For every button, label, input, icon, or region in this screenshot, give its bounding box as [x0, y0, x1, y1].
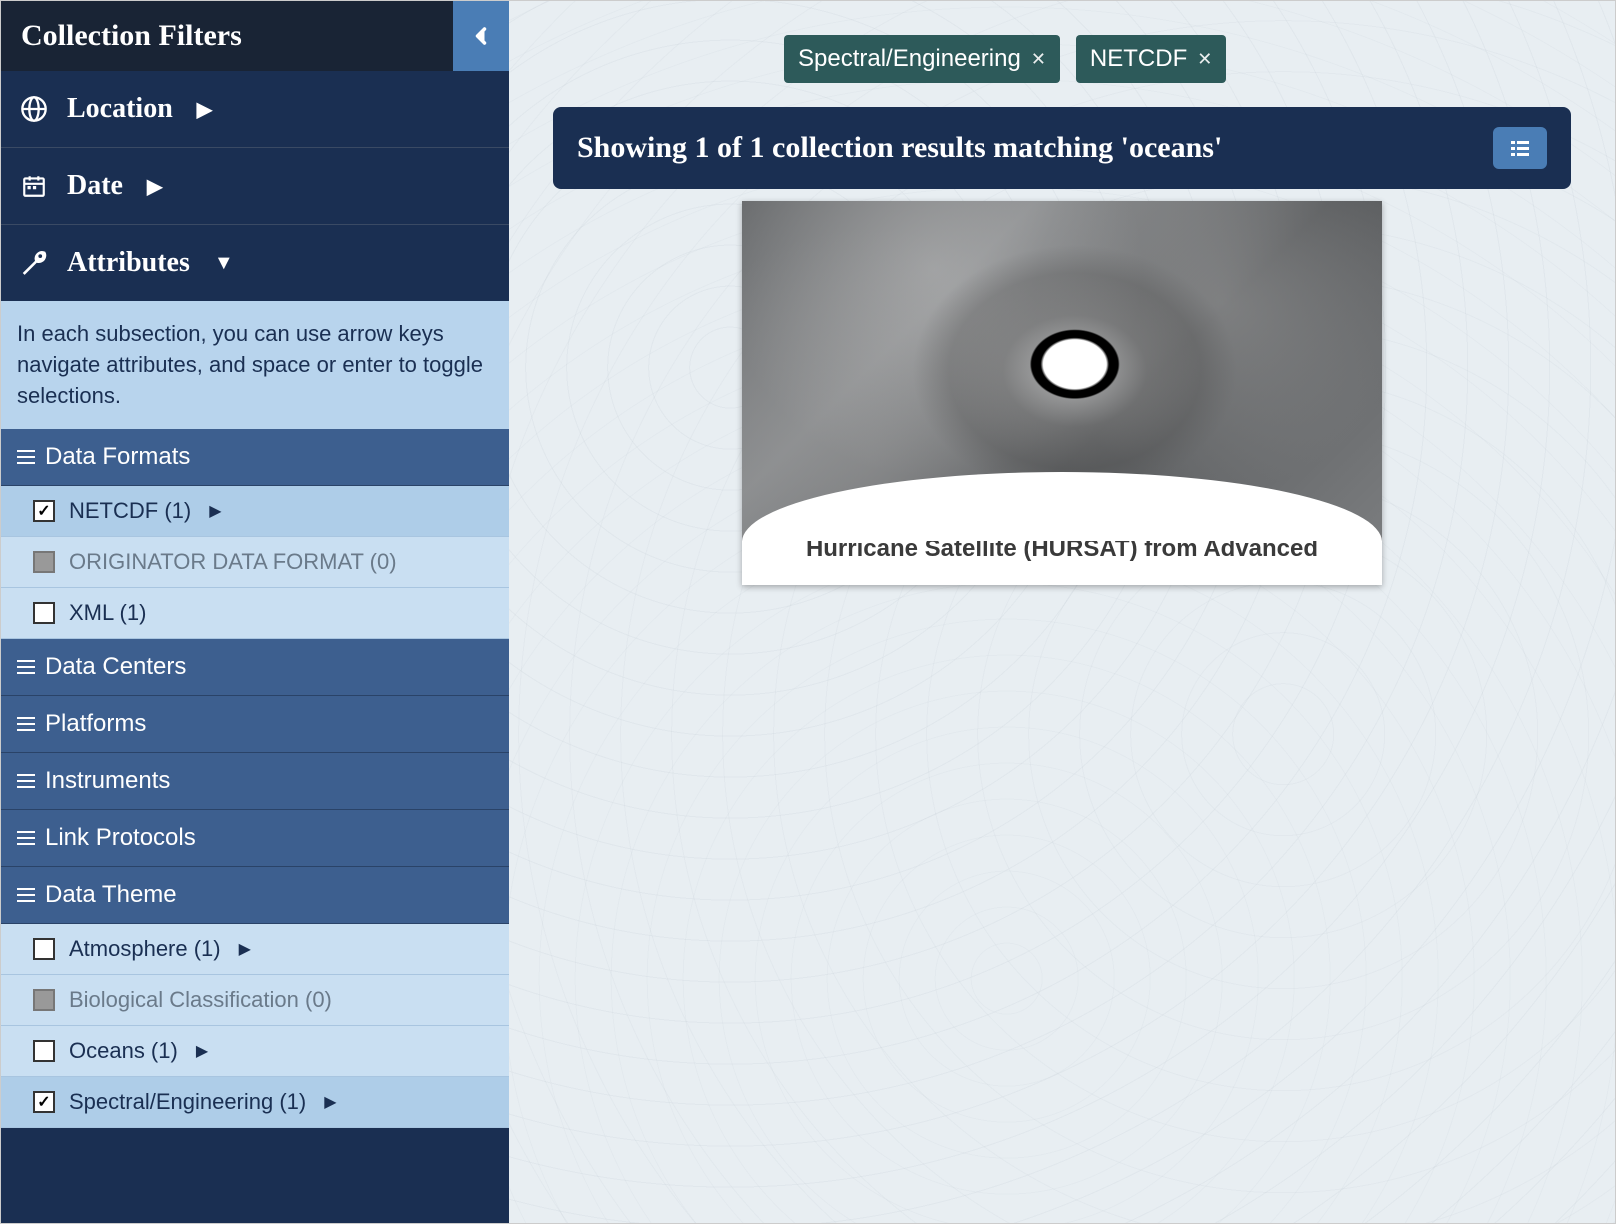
- list-icon: [17, 774, 35, 788]
- section-data-formats[interactable]: Data Formats: [1, 429, 509, 486]
- filter-label: Oceans (1): [69, 1038, 178, 1064]
- chevron-right-icon: ▶: [147, 174, 162, 199]
- chevron-down-icon: ▼: [214, 252, 234, 275]
- chevron-right-icon: ▶: [197, 97, 212, 122]
- section-platforms[interactable]: Platforms: [1, 696, 509, 753]
- results-count-text: Showing 1 of 1 collection results matchi…: [577, 131, 1222, 165]
- section-data-centers[interactable]: Data Centers: [1, 639, 509, 696]
- chip-spectral-engineering[interactable]: Spectral/Engineering ✕: [784, 35, 1060, 83]
- filter-netcdf[interactable]: NETCDF (1) ▶: [1, 486, 509, 537]
- filter-oceans[interactable]: Oceans (1) ▶: [1, 1026, 509, 1077]
- list-icon: [17, 660, 35, 674]
- section-label: Instruments: [45, 767, 170, 795]
- app-root: Collection Filters Location ▶ Date ▶ Att…: [0, 0, 1616, 1224]
- section-label: Platforms: [45, 710, 146, 738]
- section-label: Data Centers: [45, 653, 186, 681]
- arrow-left-icon: [467, 22, 495, 50]
- filter-label: ORIGINATOR DATA FORMAT (0): [69, 549, 397, 575]
- result-card[interactable]: Hurricane Satellite (HURSAT) from Advanc…: [742, 201, 1382, 585]
- wrench-icon: [19, 248, 49, 278]
- main-content: Spectral/Engineering ✕ NETCDF ✕ Showing …: [509, 1, 1615, 1223]
- list-view-icon: [1508, 136, 1532, 160]
- nav-date[interactable]: Date ▶: [1, 148, 509, 225]
- nav-attributes-label: Attributes: [67, 247, 190, 279]
- active-filter-chips: Spectral/Engineering ✕ NETCDF ✕: [539, 35, 1585, 83]
- list-icon: [17, 831, 35, 845]
- sidebar-header: Collection Filters: [1, 1, 509, 71]
- section-label: Data Theme: [45, 881, 177, 909]
- filter-xml[interactable]: XML (1): [1, 588, 509, 639]
- sidebar-title: Collection Filters: [1, 1, 453, 71]
- results-grid: Hurricane Satellite (HURSAT) from Advanc…: [539, 201, 1585, 585]
- section-label: Link Protocols: [45, 824, 196, 852]
- collapse-sidebar-button[interactable]: [453, 1, 509, 71]
- chip-netcdf[interactable]: NETCDF ✕: [1076, 35, 1226, 83]
- filter-label: Atmosphere (1): [69, 936, 221, 962]
- filter-originator[interactable]: ORIGINATOR DATA FORMAT (0): [1, 537, 509, 588]
- filter-spectral-eng[interactable]: Spectral/Engineering (1) ▶: [1, 1077, 509, 1128]
- expand-icon[interactable]: ▶: [196, 1041, 208, 1061]
- filter-atmosphere[interactable]: Atmosphere (1) ▶: [1, 924, 509, 975]
- chip-label: NETCDF: [1090, 45, 1187, 73]
- chip-label: Spectral/Engineering: [798, 45, 1021, 73]
- nav-location[interactable]: Location ▶: [1, 71, 509, 148]
- section-label: Data Formats: [45, 443, 190, 471]
- calendar-icon: [19, 171, 49, 201]
- data-theme-list: Atmosphere (1) ▶ Biological Classificati…: [1, 924, 509, 1128]
- list-view-toggle-button[interactable]: [1493, 127, 1547, 169]
- data-formats-list: NETCDF (1) ▶ ORIGINATOR DATA FORMAT (0) …: [1, 486, 509, 639]
- close-icon[interactable]: ✕: [1031, 49, 1046, 70]
- filter-label: NETCDF (1): [69, 498, 191, 524]
- close-icon[interactable]: ✕: [1197, 49, 1212, 70]
- checkbox-icon[interactable]: [33, 602, 55, 624]
- nav-location-label: Location: [67, 93, 173, 125]
- filter-label: XML (1): [69, 600, 146, 626]
- expand-icon[interactable]: ▶: [239, 939, 251, 959]
- list-icon: [17, 717, 35, 731]
- section-data-theme[interactable]: Data Theme: [1, 867, 509, 924]
- result-thumbnail: [742, 201, 1382, 541]
- filter-label: Biological Classification (0): [69, 987, 332, 1013]
- results-bar: Showing 1 of 1 collection results matchi…: [553, 107, 1571, 189]
- attributes-help-text: In each subsection, you can use arrow ke…: [1, 301, 509, 429]
- section-instruments[interactable]: Instruments: [1, 753, 509, 810]
- checkbox-disabled-icon: [33, 551, 55, 573]
- filter-label: Spectral/Engineering (1): [69, 1089, 306, 1115]
- checkbox-disabled-icon: [33, 989, 55, 1011]
- section-link-protocols[interactable]: Link Protocols: [1, 810, 509, 867]
- nav-date-label: Date: [67, 170, 123, 202]
- globe-icon: [19, 94, 49, 124]
- list-icon: [17, 888, 35, 902]
- expand-icon[interactable]: ▶: [324, 1092, 336, 1112]
- expand-icon[interactable]: ▶: [209, 501, 221, 521]
- result-title: Hurricane Satellite (HURSAT) from Advanc…: [742, 535, 1382, 585]
- filter-bio-class[interactable]: Biological Classification (0): [1, 975, 509, 1026]
- checkbox-checked-icon[interactable]: [33, 1091, 55, 1113]
- list-icon: [17, 450, 35, 464]
- checkbox-icon[interactable]: [33, 1040, 55, 1062]
- nav-attributes[interactable]: Attributes ▼: [1, 225, 509, 301]
- sidebar: Collection Filters Location ▶ Date ▶ Att…: [1, 1, 509, 1223]
- checkbox-icon[interactable]: [33, 938, 55, 960]
- checkbox-checked-icon[interactable]: [33, 500, 55, 522]
